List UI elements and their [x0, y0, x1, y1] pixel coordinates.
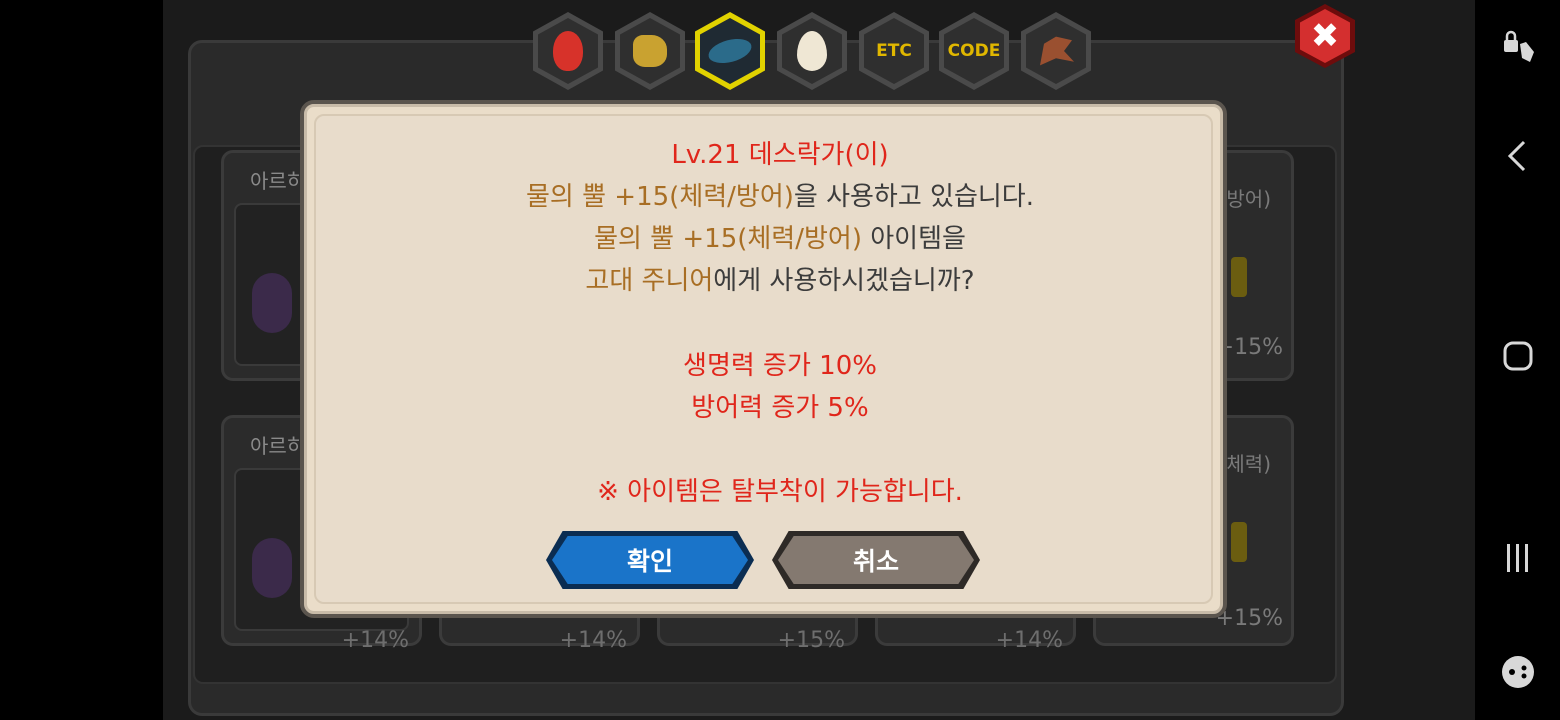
new-item-name: 물의 뿔 +15(체력/방어)	[594, 224, 862, 254]
item-card-percent: +15%	[777, 628, 845, 653]
cancel-button-label: 취소	[778, 536, 974, 584]
tab-code-label: CODE	[944, 18, 1004, 84]
stat-hp: 생명력 증가 10%	[683, 351, 877, 381]
cancel-button[interactable]: 취소	[772, 531, 980, 589]
dialog-line-new-item: 물의 뿔 +15(체력/방어) 아이템을	[0, 222, 1560, 256]
stat-defense: 방어력 증가 5%	[691, 393, 869, 423]
current-item-text: 을 사용하고 있습니다.	[793, 182, 1034, 212]
item-rank-icon	[1231, 522, 1247, 562]
fish-icon	[705, 34, 755, 68]
dialog-line-question: 고대 주니어에게 사용하시겠습니까?	[0, 264, 1560, 298]
confirm-button[interactable]: 확인	[546, 531, 754, 589]
dialog-line-current-item: 물의 뿔 +15(체력/방어)을 사용하고 있습니다.	[0, 180, 1560, 214]
touch-lock-icon[interactable]	[1476, 26, 1560, 75]
recents-icon[interactable]	[1476, 538, 1560, 587]
item-card-label: 체력)	[1226, 452, 1271, 476]
dialog-note: ※ 아이템은 탈부착이 가능합니다.	[597, 477, 963, 507]
egg-icon	[797, 31, 827, 71]
fruit-icon	[553, 31, 583, 71]
home-icon[interactable]	[1476, 336, 1560, 385]
current-item-name: 물의 뿔 +15(체력/방어)	[526, 182, 794, 212]
ore-icon	[633, 35, 667, 67]
question-text: 에게 사용하시겠습니까?	[713, 266, 975, 296]
dialog-target-pet: Lv.21 데스락가(이)	[671, 140, 889, 170]
item-card-percent: +14%	[341, 628, 409, 653]
item-card-name: 아르히	[250, 434, 306, 458]
item-card-percent: +14%	[559, 628, 627, 653]
close-icon: ✖	[1300, 9, 1350, 63]
system-nav-bar	[1476, 0, 1560, 720]
back-icon[interactable]	[1476, 136, 1560, 185]
target-name: 고대 주니어	[585, 266, 714, 296]
item-emblem-icon	[252, 538, 292, 598]
game-tools-icon[interactable]	[1476, 652, 1560, 701]
tab-etc-label: ETC	[864, 18, 924, 84]
dragon-icon	[1040, 36, 1074, 66]
confirm-button-label: 확인	[552, 536, 748, 584]
item-card-percent: +14%	[995, 628, 1063, 653]
new-item-text: 아이템을	[861, 224, 966, 254]
